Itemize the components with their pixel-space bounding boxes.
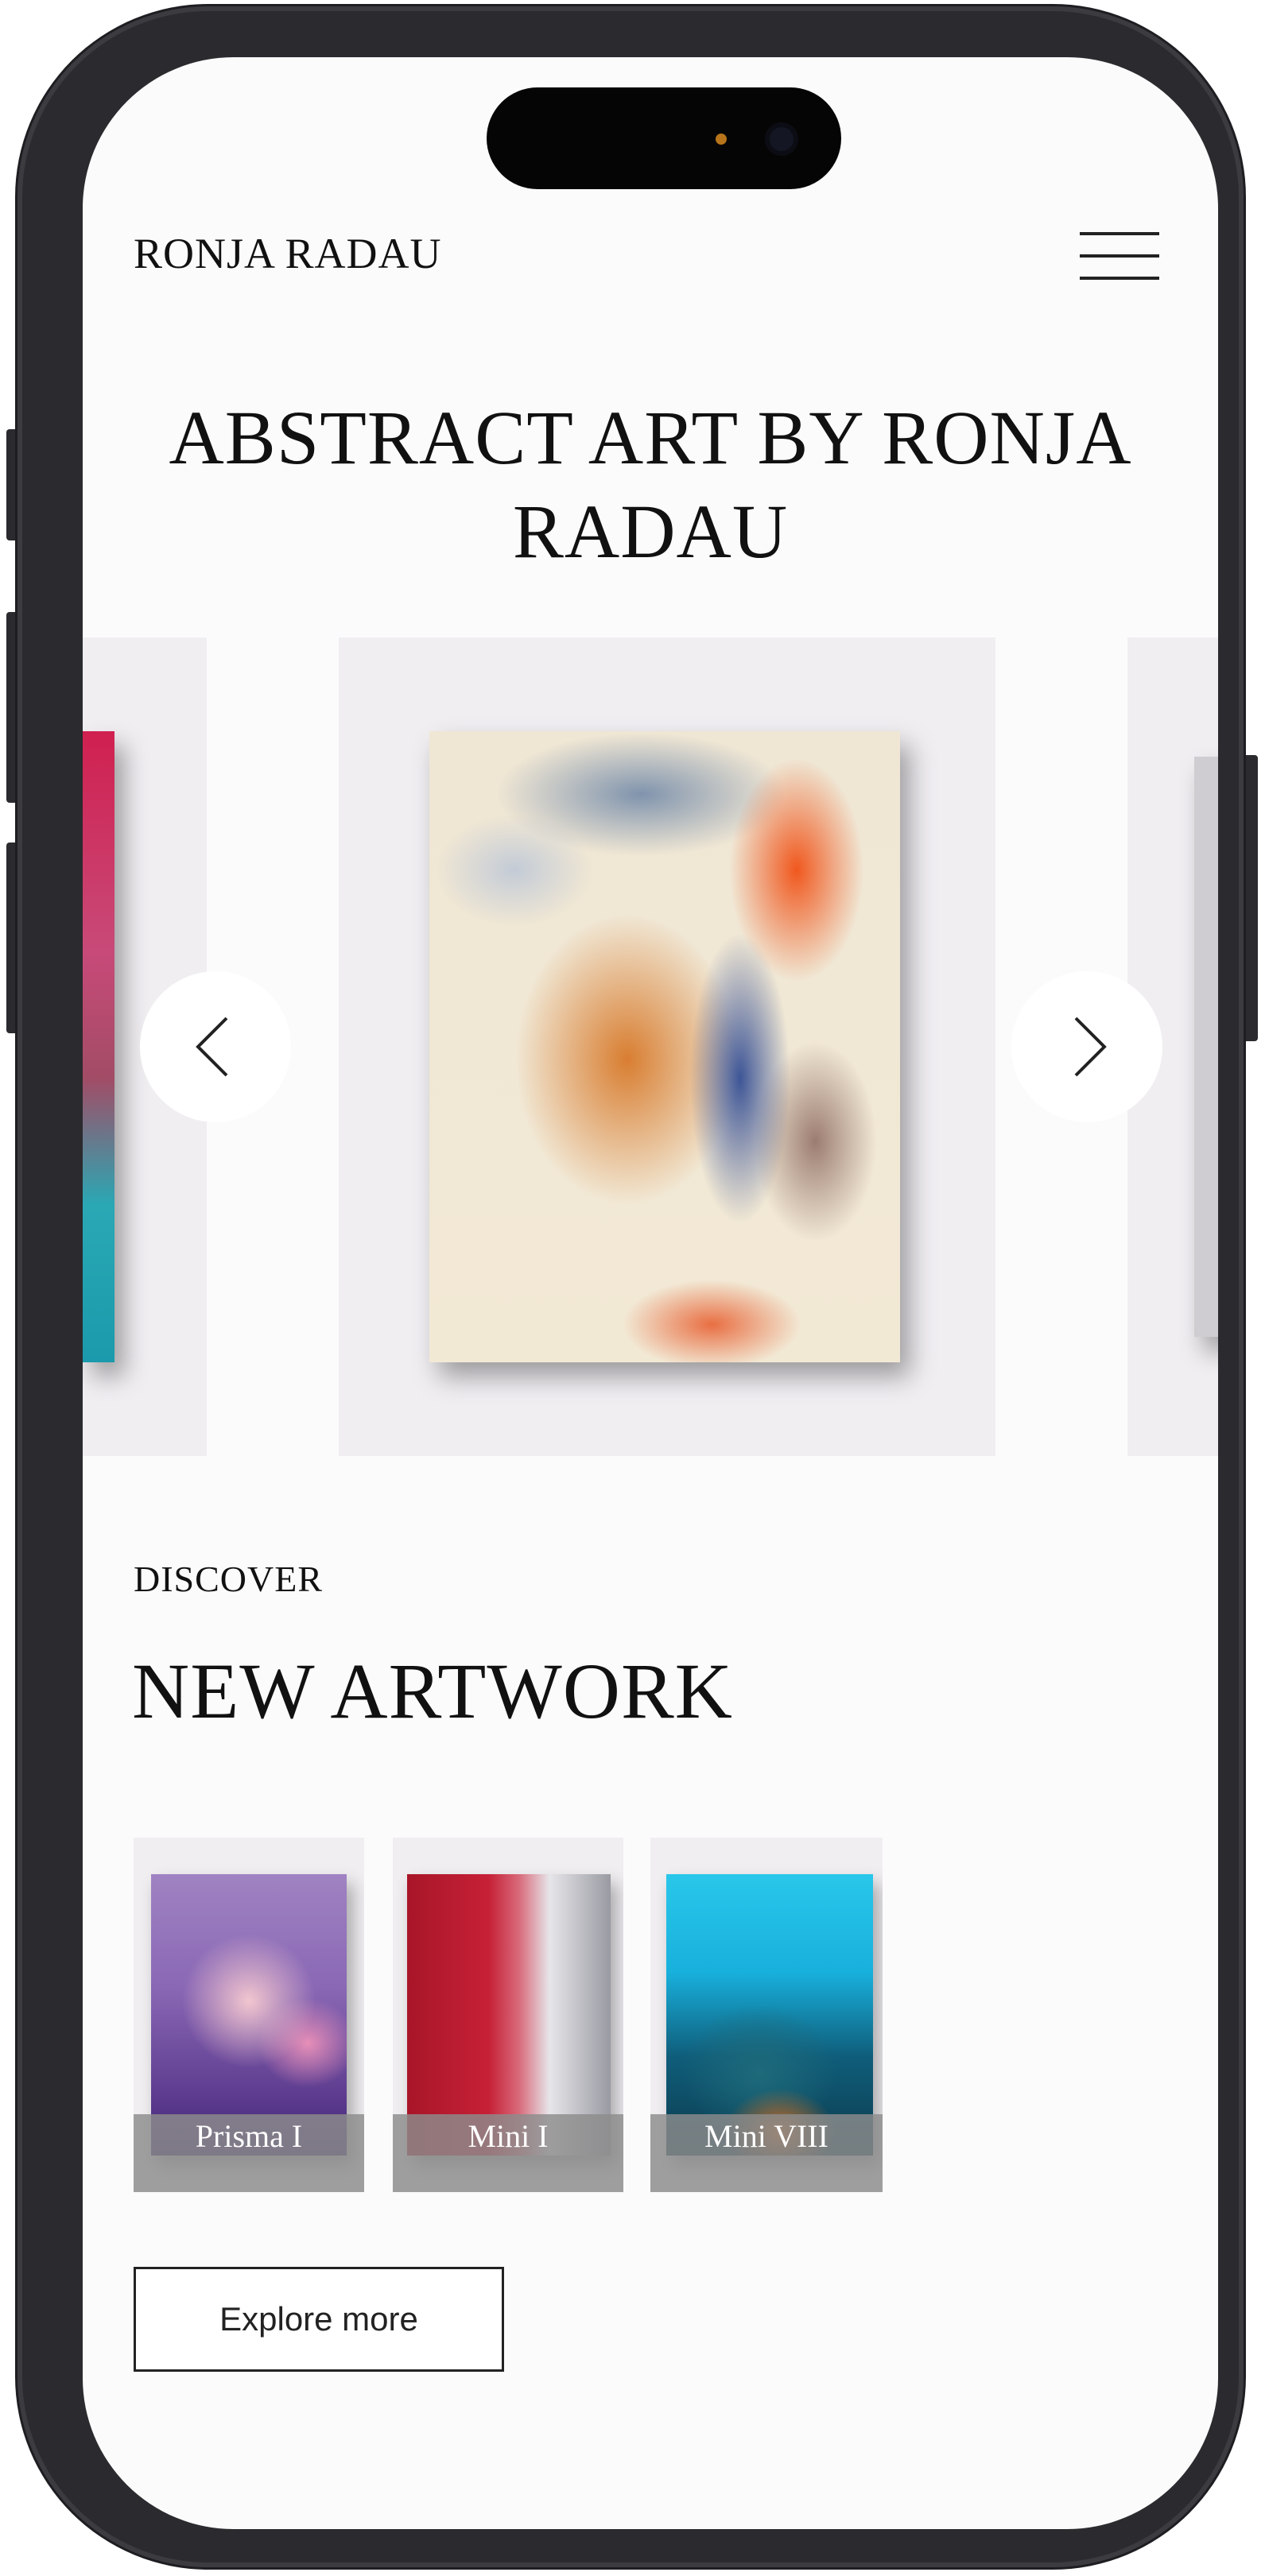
artwork-thumbnail <box>151 1874 347 2156</box>
dynamic-island <box>487 87 841 189</box>
artwork-thumbnail <box>407 1874 611 2156</box>
carousel-next-button[interactable] <box>1011 971 1162 1122</box>
carousel-slide-current[interactable] <box>339 637 995 1456</box>
artwork-image <box>1194 757 1218 1337</box>
artwork-caption: Mini VIII <box>650 2114 883 2192</box>
phone-screen: RONJA RADAU ABSTRACT ART BY RONJA RADAU <box>83 57 1218 2529</box>
camera-lens <box>765 122 798 156</box>
artwork-card[interactable]: Mini I <box>393 1838 623 2192</box>
carousel-prev-button[interactable] <box>140 971 291 1122</box>
section-eyebrow: DISCOVER <box>134 1559 324 1599</box>
artwork-card[interactable]: Mini VIII <box>650 1838 883 2192</box>
artwork-caption: Mini I <box>393 2114 623 2192</box>
hero-title: ABSTRACT ART BY RONJA RADAU <box>169 395 1132 574</box>
section-title: NEW ARTWORK <box>132 1647 733 1735</box>
chevron-left-icon <box>196 1017 228 1077</box>
menu-line <box>1080 232 1159 235</box>
menu-line <box>1080 277 1159 280</box>
explore-more-button[interactable]: Explore more <box>134 2267 504 2372</box>
chevron-right-icon <box>1074 1017 1107 1077</box>
artwork-image <box>429 731 900 1362</box>
menu-line <box>1080 254 1159 258</box>
site-brand[interactable]: RONJA RADAU <box>134 229 442 278</box>
hamburger-menu-icon[interactable] <box>1080 224 1159 288</box>
artwork-thumbnail <box>666 1874 873 2156</box>
phone-frame: RONJA RADAU ABSTRACT ART BY RONJA RADAU <box>17 6 1244 2567</box>
artwork-image <box>83 731 114 1362</box>
artwork-card[interactable]: Prisma I <box>134 1838 364 2192</box>
artwork-caption: Prisma I <box>134 2114 364 2192</box>
indicator-dot <box>716 134 727 145</box>
